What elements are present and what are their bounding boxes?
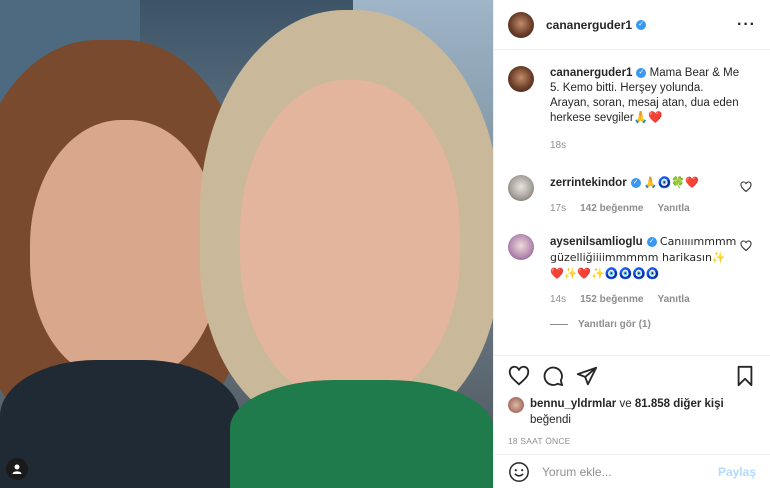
comments-list: cananerguder1 ✓ Mama Bear & Me 5. Kemo bi… bbox=[494, 50, 770, 355]
bookmark-icon[interactable] bbox=[734, 365, 756, 387]
comment-username[interactable]: aysenilsamlioglu bbox=[550, 236, 643, 248]
divider bbox=[550, 324, 568, 325]
like-comment-icon[interactable] bbox=[740, 181, 752, 193]
post-timestamp[interactable]: 18 SAAT ÖNCE bbox=[508, 436, 756, 446]
avatar[interactable] bbox=[508, 66, 534, 92]
caption-time[interactable]: 18s bbox=[550, 138, 566, 153]
comment-composer: Yorum ekle... Paylaş bbox=[494, 454, 770, 488]
comment-icon[interactable] bbox=[542, 365, 564, 387]
share-icon[interactable] bbox=[576, 365, 598, 387]
verified-icon: ✓ bbox=[636, 67, 647, 78]
post-header: cananerguder1 ✓ ··· bbox=[494, 0, 770, 50]
like-icon[interactable] bbox=[508, 365, 530, 387]
like-comment-icon[interactable] bbox=[740, 240, 752, 252]
avatar[interactable] bbox=[508, 175, 534, 201]
photo-person-right-shirt bbox=[230, 380, 493, 488]
post-actions: bennu_yldrmlar ve 81.858 diğer kişi beğe… bbox=[494, 355, 770, 454]
view-replies-label: Yanıtları gör (1) bbox=[578, 319, 651, 330]
caption: cananerguder1 ✓ Mama Bear & Me 5. Kemo bi… bbox=[508, 66, 756, 153]
comment-time[interactable]: 17s bbox=[550, 201, 566, 216]
reply-button[interactable]: Yanıtla bbox=[658, 201, 690, 216]
avatar[interactable] bbox=[508, 397, 524, 413]
likes-suffix: beğendi bbox=[530, 414, 571, 426]
likes-summary: bennu_yldrmlar ve 81.858 diğer kişi beğe… bbox=[508, 396, 756, 428]
post-photo[interactable] bbox=[0, 0, 493, 488]
emoji-icon[interactable] bbox=[508, 461, 530, 483]
verified-icon: ✓ bbox=[636, 19, 647, 30]
comment-time[interactable]: 14s bbox=[550, 292, 566, 307]
comment-item: aysenilsamlioglu ✓ Canıııımmmm güzelliğii… bbox=[508, 234, 756, 307]
likes-count[interactable]: 81.858 diğer kişi bbox=[635, 398, 724, 410]
view-replies-button[interactable]: Yanıtları gör (1) bbox=[550, 319, 756, 330]
comment-input[interactable]: Yorum ekle... bbox=[542, 465, 718, 479]
verified-icon: ✓ bbox=[630, 177, 641, 188]
verified-icon: ✓ bbox=[646, 236, 657, 247]
liker-username[interactable]: bennu_yldrmlar bbox=[530, 398, 616, 410]
avatar[interactable] bbox=[508, 234, 534, 260]
photo-person-left-face bbox=[30, 120, 220, 380]
photo-person-left-shirt bbox=[0, 360, 240, 488]
avatar[interactable] bbox=[508, 11, 534, 38]
post-side-panel: cananerguder1 ✓ ··· cananerguder1 ✓ Mama … bbox=[493, 0, 770, 488]
more-options-icon[interactable]: ··· bbox=[737, 16, 756, 34]
post-comment-button[interactable]: Paylaş bbox=[718, 465, 756, 479]
comment-item: zerrintekindor ✓ 🙏🧿🍀❤️ 17s 142 beğenme Ya… bbox=[508, 175, 756, 216]
comment-username[interactable]: zerrintekindor bbox=[550, 177, 627, 189]
comment-likes[interactable]: 152 beğenme bbox=[580, 292, 643, 307]
comment-likes[interactable]: 142 beğenme bbox=[580, 201, 643, 216]
likes-connector: ve bbox=[619, 398, 632, 410]
caption-username[interactable]: cananerguder1 bbox=[550, 67, 632, 79]
comment-text: 🙏🧿🍀❤️ bbox=[643, 176, 699, 189]
reply-button[interactable]: Yanıtla bbox=[658, 292, 690, 307]
tagged-user-icon[interactable] bbox=[6, 458, 28, 480]
photo-person-right-face bbox=[240, 80, 460, 400]
post-username[interactable]: cananerguder1 bbox=[546, 18, 632, 32]
